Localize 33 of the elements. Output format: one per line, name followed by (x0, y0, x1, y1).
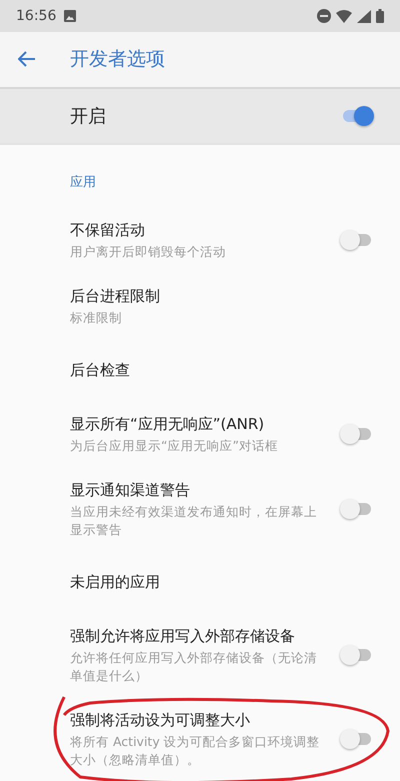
settings-item[interactable]: 强制将活动设为可调整大小 将所有 Activity 设为可配合多窗口环境调整大小（忽略清单值）。 (0, 697, 400, 781)
item-title: 后台进程限制 (70, 286, 161, 307)
item-summary: 用户离开后即销毁每个活动 (70, 243, 227, 261)
item-title: 显示所有“应用无响应”(ANR) (70, 414, 266, 435)
item-summary: 将所有 Activity 设为可配合多窗口环境调整大小（忽略清单值）。 (70, 733, 320, 769)
item-summary: 允许将任何应用写入外部存储设备（无论清单值是什么） (70, 649, 318, 685)
back-arrow-icon[interactable] (18, 51, 36, 68)
item-summary: 为后台应用显示“应用无响应”对话框 (70, 437, 279, 455)
settings-item[interactable]: 不保留活动 用户离开后即销毁每个活动 (0, 207, 400, 273)
status-time: 16:56 (16, 8, 56, 24)
item-title: 未启用的应用 (70, 572, 161, 593)
wifi-icon (336, 10, 352, 23)
item-summary: 标准限制 (70, 309, 123, 327)
item-title: 不保留活动 (70, 220, 146, 241)
settings-item[interactable]: 显示通知渠道警告 当应用未经有效渠道发布通知时，在屏幕上显示警告 (0, 467, 400, 551)
signal-icon (357, 10, 371, 23)
settings-item[interactable]: 后台检查 (0, 339, 400, 401)
settings-item[interactable]: 后台进程限制 标准限制 (0, 273, 400, 339)
image-icon (64, 10, 76, 22)
settings-item[interactable]: 未启用的应用 (0, 551, 400, 613)
do-not-disturb-icon (317, 9, 331, 24)
item-title: 显示通知渠道警告 (70, 480, 191, 501)
master-switch-label: 开启 (70, 104, 107, 128)
item-title: 强制将活动设为可调整大小 (70, 710, 251, 731)
settings-item[interactable]: 强制允许将应用写入外部存储设备 允许将任何应用写入外部存储设备（无论清单值是什么） (0, 613, 400, 697)
item-summary: 当应用未经有效渠道发布通知时，在屏幕上显示警告 (70, 503, 318, 539)
settings-item[interactable]: 显示所有“应用无响应”(ANR) 为后台应用显示“应用无响应”对话框 (0, 401, 400, 467)
item-title: 后台检查 (70, 360, 131, 381)
battery-icon (376, 9, 384, 24)
item-title: 强制允许将应用写入外部存储设备 (70, 626, 296, 647)
master-switch-row[interactable]: 开启 (0, 88, 400, 145)
page-title: 开发者选项 (70, 47, 165, 72)
category-header: 应用 (69, 174, 97, 192)
